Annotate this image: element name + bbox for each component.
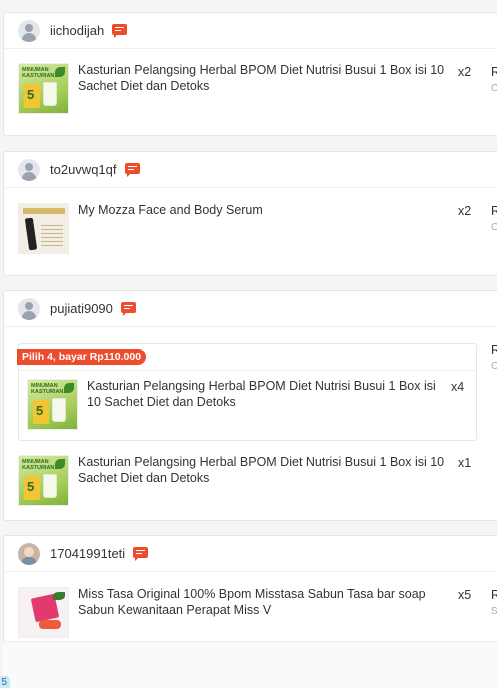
order-item[interactable]: MINUMAN KASTURIAN Kasturian Pelangsing H… (18, 455, 497, 506)
chat-icon[interactable] (133, 546, 149, 561)
avatar[interactable] (18, 542, 40, 565)
item-quantity: x4 (451, 380, 465, 394)
sub-cutoff: C (491, 222, 497, 233)
chat-icon[interactable] (124, 162, 141, 177)
item-quantity: x1 (458, 456, 472, 470)
product-thumbnail[interactable]: MINUMAN KASTURIAN (18, 455, 69, 506)
sub-cutoff: C (491, 83, 497, 94)
order-item[interactable]: My Mozza Face and Body Serum (18, 203, 497, 254)
order-card: to2uvwq1qf My Mozza Face and Body Serum … (3, 151, 497, 276)
chat-icon[interactable] (120, 301, 137, 316)
price-cutoff: R (491, 65, 497, 79)
product-name[interactable]: Kasturian Pelangsing Herbal BPOM Diet Nu… (78, 455, 448, 506)
avatar[interactable] (18, 297, 40, 320)
bottom-strip (3, 641, 497, 688)
order-header: pujiati9090 (4, 291, 497, 327)
product-name[interactable]: Kasturian Pelangsing Herbal BPOM Diet Nu… (87, 379, 449, 430)
sub-cutoff: C (491, 361, 497, 372)
buyer-username[interactable]: to2uvwq1qf (50, 162, 117, 177)
order-list: iichodijah MINUMAN KASTURIAN Kasturian P… (0, 0, 497, 688)
order-item[interactable]: Miss Tasa Original 100% Bpom Misstasa Sa… (18, 587, 497, 638)
product-thumbnail[interactable]: MINUMAN KASTURIAN (18, 63, 69, 114)
chat-icon[interactable] (112, 23, 128, 38)
order-card: iichodijah MINUMAN KASTURIAN Kasturian P… (3, 12, 497, 136)
buyer-username[interactable]: 17041991teti (50, 546, 125, 561)
order-header: 17041991teti (4, 536, 497, 572)
product-thumbnail[interactable]: MINUMAN KASTURIAN (27, 379, 78, 430)
price-cutoff: R (491, 204, 497, 218)
bundle-deal-tag: Pilih 4, bayar Rp110.000 (17, 349, 147, 365)
bundle-deal-box: Pilih 4, bayar Rp110.000 MINUMAN KASTURI… (17, 343, 477, 441)
order-header: iichodijah (4, 13, 497, 49)
product-name[interactable]: My Mozza Face and Body Serum (78, 203, 448, 254)
product-thumbnail[interactable] (18, 203, 69, 254)
product-name[interactable]: Miss Tasa Original 100% Bpom Misstasa Sa… (78, 587, 448, 638)
order-card: 17041991teti Miss Tasa Original 100% Bpo… (3, 535, 497, 655)
order-item[interactable]: MINUMAN KASTURIAN Kasturian Pelangsing H… (18, 63, 497, 114)
order-card: pujiati9090 Pilih 4, bayar Rp110.000 MIN… (3, 290, 497, 521)
buyer-username[interactable]: iichodijah (50, 23, 104, 38)
sub-cutoff: S (491, 606, 497, 617)
avatar[interactable] (18, 158, 40, 181)
price-cutoff: R (491, 343, 497, 357)
product-thumbnail[interactable] (18, 587, 69, 638)
price-cutoff: R (491, 588, 497, 602)
corner-badge[interactable]: 5 (0, 676, 10, 688)
order-header: to2uvwq1qf (4, 152, 497, 188)
item-quantity: x2 (458, 65, 472, 79)
order-item[interactable]: MINUMAN KASTURIAN Kasturian Pelangsing H… (27, 379, 467, 430)
avatar[interactable] (18, 19, 40, 42)
product-name[interactable]: Kasturian Pelangsing Herbal BPOM Diet Nu… (78, 63, 448, 114)
item-quantity: x5 (458, 588, 472, 602)
item-quantity: x2 (458, 204, 472, 218)
buyer-username[interactable]: pujiati9090 (50, 301, 113, 316)
